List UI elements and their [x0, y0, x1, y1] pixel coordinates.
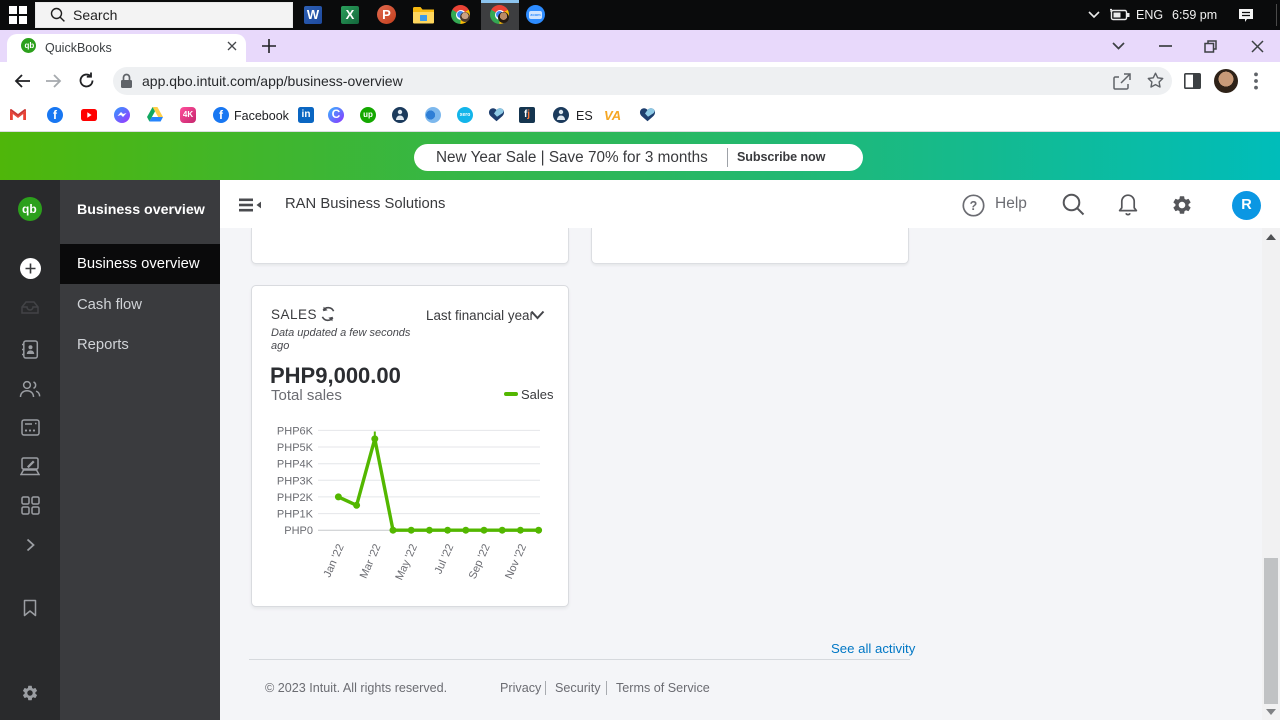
- svg-text:Jan '22: Jan '22: [321, 542, 346, 579]
- svg-text:?: ?: [970, 199, 978, 213]
- svg-text:May '22: May '22: [393, 542, 419, 582]
- svg-text:Mar '22: Mar '22: [358, 542, 384, 580]
- svg-text:PHP5K: PHP5K: [277, 442, 314, 454]
- svg-text:PHP0: PHP0: [284, 525, 313, 537]
- svg-text:Sep '22: Sep '22: [467, 542, 493, 581]
- svg-text:PHP3K: PHP3K: [277, 475, 314, 487]
- svg-text:PHP1K: PHP1K: [277, 509, 314, 521]
- svg-text:PHP6K: PHP6K: [277, 425, 314, 437]
- svg-text:PHP2K: PHP2K: [277, 492, 314, 504]
- svg-text:PHP4K: PHP4K: [277, 459, 314, 471]
- svg-text:Jul '22: Jul '22: [433, 542, 457, 576]
- svg-text:Nov '22: Nov '22: [503, 542, 529, 581]
